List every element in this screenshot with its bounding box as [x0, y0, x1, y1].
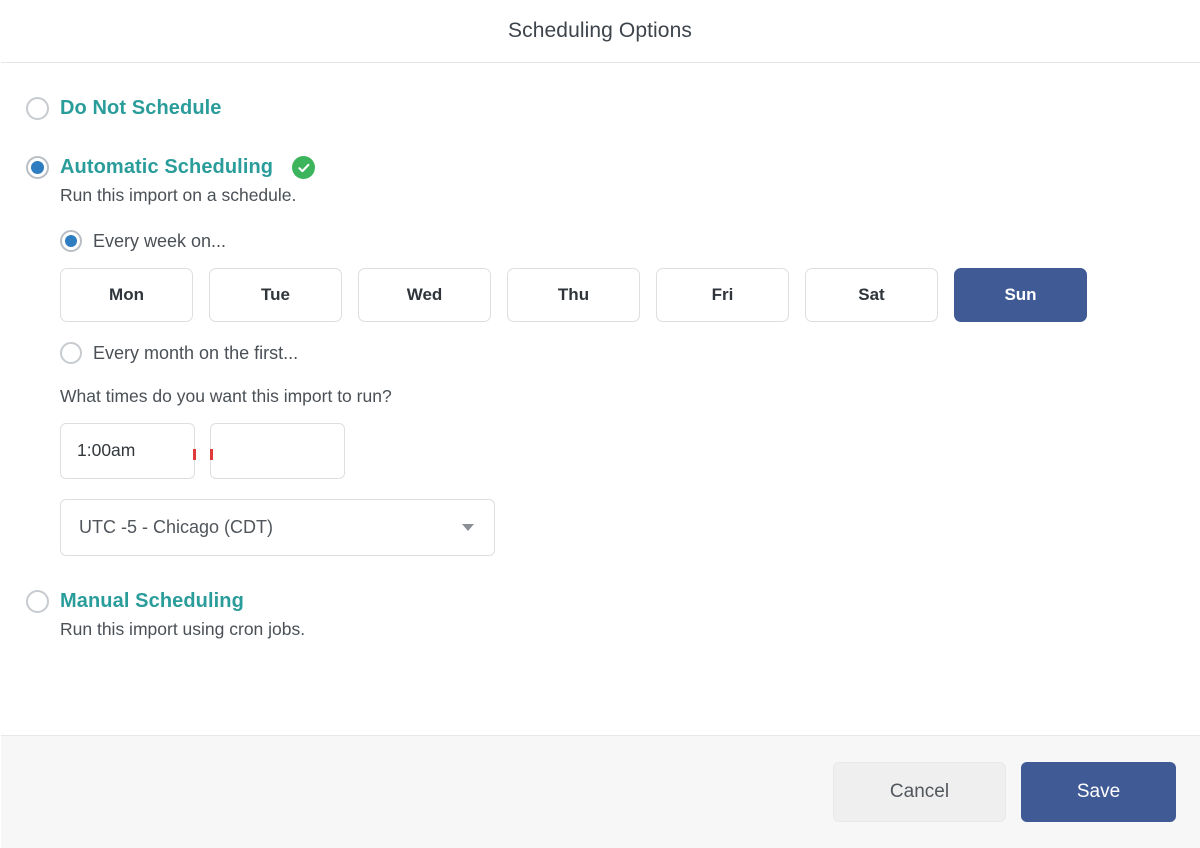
timezone-select[interactable]: UTC -5 - Chicago (CDT) — [60, 499, 495, 556]
dialog-header: Scheduling Options — [0, 0, 1200, 63]
time-inputs: 1:00am — [60, 423, 1200, 479]
radio-manual-scheduling[interactable] — [26, 590, 49, 613]
day-button-wed[interactable]: Wed — [358, 268, 491, 322]
label-do-not-schedule: Do Not Schedule — [60, 97, 222, 120]
day-button-sun[interactable]: Sun — [954, 268, 1087, 322]
chevron-down-icon — [462, 524, 474, 531]
save-button[interactable]: Save — [1021, 762, 1176, 822]
spacer-1 — [0, 120, 1200, 156]
time-field-second[interactable] — [210, 423, 345, 479]
timezone-select-value: UTC -5 - Chicago (CDT) — [79, 517, 273, 538]
dialog-footer: Cancel Save — [0, 735, 1200, 848]
sub-automatic-scheduling: Run this import on a schedule. — [60, 185, 1200, 206]
check-circle-icon — [292, 156, 315, 179]
day-button-fri[interactable]: Fri — [656, 268, 789, 322]
frequency-weekly-row[interactable]: Every week on... — [60, 230, 1200, 252]
day-button-thu[interactable]: Thu — [507, 268, 640, 322]
option-row-do-not-schedule[interactable]: Do Not Schedule — [26, 97, 1200, 120]
option-do-not-schedule[interactable]: Do Not Schedule — [0, 97, 1200, 120]
radio-every-month[interactable] — [60, 342, 82, 364]
day-selector[interactable]: Mon Tue Wed Thu Fri Sat Sun — [60, 268, 1200, 322]
option-row-automatic-scheduling[interactable]: Automatic Scheduling — [26, 156, 1200, 179]
day-button-sat[interactable]: Sat — [805, 268, 938, 322]
day-button-mon[interactable]: Mon — [60, 268, 193, 322]
spacer-2 — [0, 556, 1200, 590]
label-automatic-scheduling: Automatic Scheduling — [60, 156, 273, 179]
option-row-manual-scheduling[interactable]: Manual Scheduling — [26, 590, 1200, 613]
day-button-tue[interactable]: Tue — [209, 268, 342, 322]
sub-manual-scheduling: Run this import using cron jobs. — [60, 619, 1200, 640]
cancel-button[interactable]: Cancel — [833, 762, 1006, 822]
validation-tick-left — [193, 449, 196, 460]
radio-do-not-schedule[interactable] — [26, 97, 49, 120]
label-every-month: Every month on the first... — [93, 343, 298, 364]
dialog-title: Scheduling Options — [508, 19, 692, 43]
time-field-start-value: 1:00am — [77, 442, 135, 460]
option-manual-scheduling[interactable]: Manual Scheduling Run this import using … — [0, 590, 1200, 640]
label-every-week: Every week on... — [93, 231, 226, 252]
validation-tick-right — [210, 449, 213, 460]
label-manual-scheduling: Manual Scheduling — [60, 590, 244, 613]
scheduling-options-dialog: Scheduling Options Do Not Schedule Autom… — [0, 0, 1200, 848]
times-question: What times do you want this import to ru… — [60, 386, 1200, 407]
radio-every-week[interactable] — [60, 230, 82, 252]
frequency-monthly-row[interactable]: Every month on the first... — [60, 342, 1200, 364]
time-field-start[interactable]: 1:00am — [60, 423, 195, 479]
radio-automatic-scheduling[interactable] — [26, 156, 49, 179]
frequency-block: Every week on... Mon Tue Wed Thu Fri Sat… — [60, 230, 1200, 556]
dialog-body: Do Not Schedule Automatic Scheduling Run… — [0, 63, 1200, 735]
option-automatic-scheduling[interactable]: Automatic Scheduling Run this import on … — [0, 156, 1200, 556]
